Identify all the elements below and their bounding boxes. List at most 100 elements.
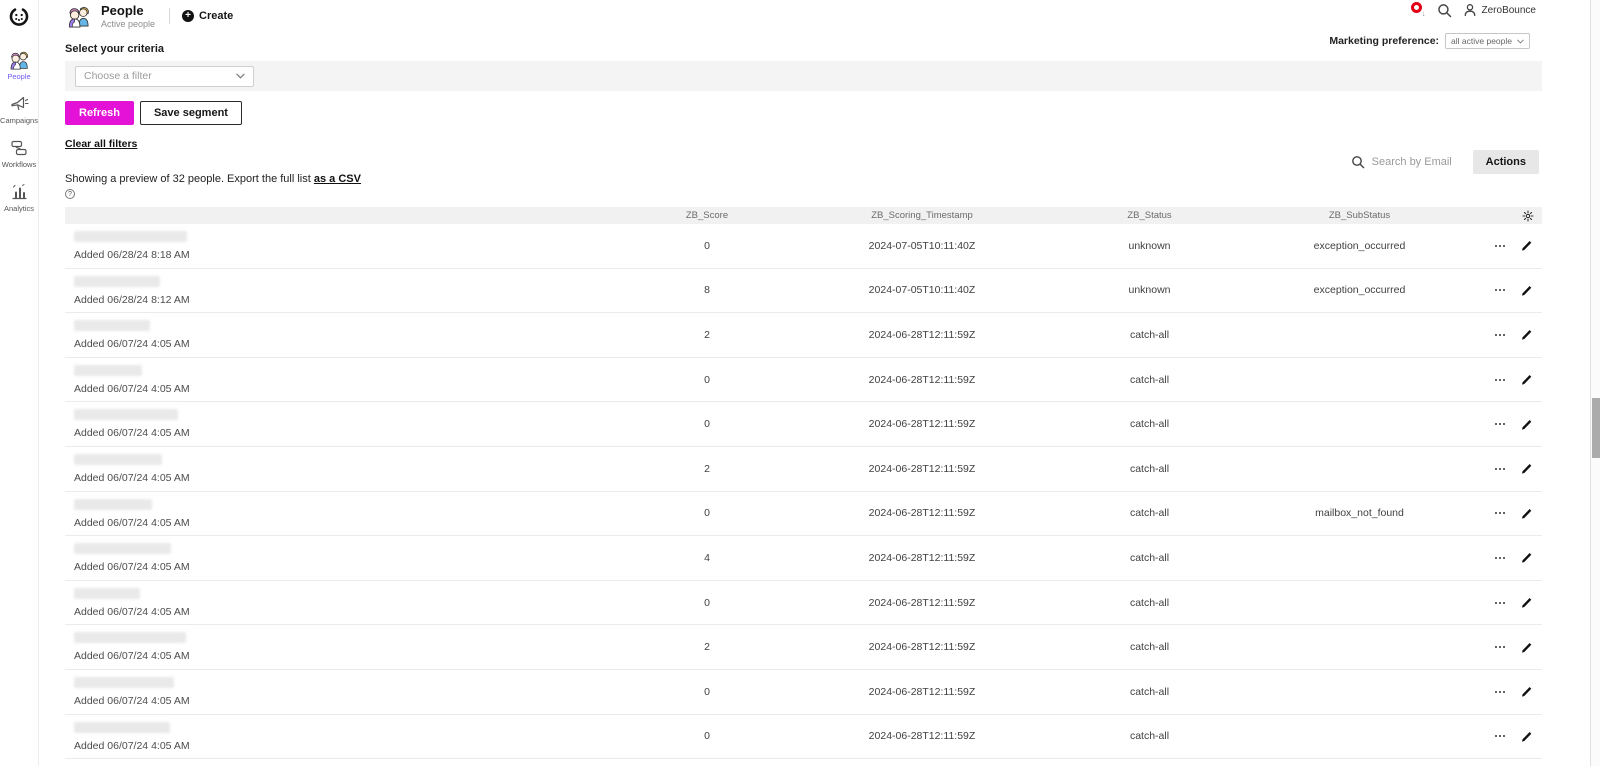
row-menu-icon[interactable] bbox=[1495, 557, 1505, 559]
row-menu-icon[interactable] bbox=[1495, 289, 1505, 291]
row-menu-icon[interactable] bbox=[1495, 423, 1505, 425]
cell-zb-score: 2 bbox=[632, 641, 782, 653]
page-title: People bbox=[101, 3, 155, 18]
cell-zb-score: 0 bbox=[632, 507, 782, 519]
redacted-name bbox=[74, 454, 162, 465]
edit-pencil-icon[interactable] bbox=[1520, 730, 1533, 743]
cell-zb-score: 0 bbox=[632, 418, 782, 430]
table-row[interactable]: Added 06/07/24 4:05 AM 0 2024-06-28T12:1… bbox=[65, 492, 1542, 537]
people-illustration-icon bbox=[65, 5, 92, 28]
cell-zb-score: 0 bbox=[632, 730, 782, 742]
partial-row-email[interactable]: ammirandap@eafit.edu.co bbox=[65, 759, 1542, 766]
people-icon bbox=[7, 50, 31, 70]
cell-zb-scoring-timestamp: 2024-06-28T12:11:59Z bbox=[782, 686, 1062, 698]
row-menu-icon[interactable] bbox=[1495, 646, 1505, 648]
edit-pencil-icon[interactable] bbox=[1520, 551, 1533, 564]
cell-zb-scoring-timestamp: 2024-06-28T12:11:59Z bbox=[782, 329, 1062, 341]
cell-zb-substatus: exception_occurred bbox=[1237, 240, 1482, 252]
edit-pencil-icon[interactable] bbox=[1520, 596, 1533, 609]
table-row[interactable]: Added 06/07/24 4:05 AM 0 2024-06-28T12:1… bbox=[65, 715, 1542, 760]
table-row[interactable]: Added 06/07/24 4:05 AM 0 2024-06-28T12:1… bbox=[65, 581, 1542, 626]
search-email-input[interactable] bbox=[1372, 156, 1457, 168]
table-row[interactable]: Added 06/28/24 8:12 AM 8 2024-07-05T10:1… bbox=[65, 269, 1542, 314]
row-menu-icon[interactable] bbox=[1495, 735, 1505, 737]
scrollbar-thumb[interactable] bbox=[1592, 398, 1600, 458]
table-row[interactable]: Added 06/07/24 4:05 AM 0 2024-06-28T12:1… bbox=[65, 358, 1542, 403]
cell-zb-score: 0 bbox=[632, 374, 782, 386]
sidebar-item-label: Campaigns bbox=[0, 116, 38, 125]
row-menu-icon[interactable] bbox=[1495, 379, 1505, 381]
table-row[interactable]: Added 06/07/24 4:05 AM 0 2024-06-28T12:1… bbox=[65, 670, 1542, 715]
table-row[interactable]: Added 06/07/24 4:05 AM 0 2024-06-28T12:1… bbox=[65, 402, 1542, 447]
help-icon[interactable]: ? bbox=[65, 189, 75, 199]
col-zb-score[interactable]: ZB_Score bbox=[632, 210, 782, 221]
edit-pencil-icon[interactable] bbox=[1520, 685, 1533, 698]
col-zb-scoring-timestamp[interactable]: ZB_Scoring_Timestamp bbox=[782, 210, 1062, 221]
cell-zb-scoring-timestamp: 2024-06-28T12:11:59Z bbox=[782, 641, 1062, 653]
filter-select[interactable]: Choose a filter bbox=[75, 66, 254, 87]
row-added-date: Added 06/07/24 4:05 AM bbox=[74, 740, 632, 752]
gear-icon[interactable] bbox=[1522, 210, 1534, 222]
cell-zb-status: catch-all bbox=[1062, 374, 1237, 386]
row-menu-icon[interactable] bbox=[1495, 512, 1505, 514]
refresh-button[interactable]: Refresh bbox=[65, 101, 134, 125]
cell-zb-status: catch-all bbox=[1062, 686, 1237, 698]
row-menu-icon[interactable] bbox=[1495, 691, 1505, 693]
edit-pencil-icon[interactable] bbox=[1520, 373, 1533, 386]
workflow-icon bbox=[9, 138, 29, 158]
edit-pencil-icon[interactable] bbox=[1520, 641, 1533, 654]
redacted-name bbox=[74, 632, 186, 643]
table-body: Added 06/28/24 8:18 AM 0 2024-07-05T10:1… bbox=[65, 224, 1542, 759]
table-row[interactable]: Added 06/07/24 4:05 AM 2 2024-06-28T12:1… bbox=[65, 313, 1542, 358]
table-row[interactable]: Added 06/07/24 4:05 AM 2 2024-06-28T12:1… bbox=[65, 625, 1542, 670]
save-segment-button[interactable]: Save segment bbox=[140, 101, 242, 125]
row-menu-icon[interactable] bbox=[1495, 602, 1505, 604]
edit-pencil-icon[interactable] bbox=[1520, 284, 1533, 297]
cell-zb-scoring-timestamp: 2024-06-28T12:11:59Z bbox=[782, 463, 1062, 475]
table-row[interactable]: Added 06/28/24 8:18 AM 0 2024-07-05T10:1… bbox=[65, 224, 1542, 269]
marketing-preference-select[interactable]: all active people bbox=[1445, 33, 1530, 49]
redacted-name bbox=[74, 276, 160, 287]
page-header: People Active people + Create bbox=[40, 0, 1600, 29]
edit-pencil-icon[interactable] bbox=[1520, 462, 1533, 475]
segment-buttons: Refresh Save segment bbox=[65, 101, 1600, 125]
record-extension-icon[interactable]: ↓ bbox=[1410, 2, 1426, 18]
chevron-down-icon bbox=[1517, 39, 1524, 44]
redacted-name bbox=[74, 722, 170, 733]
customerio-logo-icon[interactable] bbox=[8, 5, 30, 32]
vertical-scrollbar[interactable] bbox=[1590, 0, 1600, 766]
header-divider bbox=[169, 8, 170, 24]
account-menu[interactable]: ZeroBounce bbox=[1463, 3, 1536, 17]
edit-pencil-icon[interactable] bbox=[1520, 507, 1533, 520]
col-zb-substatus[interactable]: ZB_SubStatus bbox=[1237, 210, 1482, 221]
cell-zb-status: catch-all bbox=[1062, 552, 1237, 564]
cell-zb-score: 2 bbox=[632, 463, 782, 475]
cell-zb-scoring-timestamp: 2024-06-28T12:11:59Z bbox=[782, 730, 1062, 742]
row-added-date: Added 06/07/24 4:05 AM bbox=[74, 606, 632, 618]
redacted-name bbox=[74, 409, 178, 420]
sidebar-item-analytics[interactable]: Analytics bbox=[4, 182, 34, 213]
row-menu-icon[interactable] bbox=[1495, 245, 1505, 247]
row-added-date: Added 06/28/24 8:12 AM bbox=[74, 294, 632, 306]
table-row[interactable]: Added 06/07/24 4:05 AM 4 2024-06-28T12:1… bbox=[65, 536, 1542, 581]
edit-pencil-icon[interactable] bbox=[1520, 418, 1533, 431]
redacted-name bbox=[74, 677, 174, 688]
row-menu-icon[interactable] bbox=[1495, 334, 1505, 336]
cell-zb-score: 8 bbox=[632, 284, 782, 296]
export-csv-link[interactable]: as a CSV bbox=[314, 173, 361, 185]
create-button[interactable]: + Create bbox=[182, 10, 233, 22]
sidebar-item-people[interactable]: People bbox=[7, 50, 31, 81]
redacted-name bbox=[74, 320, 150, 331]
cell-zb-status: catch-all bbox=[1062, 418, 1237, 430]
search-icon[interactable] bbox=[1437, 3, 1452, 18]
sidebar-item-workflows[interactable]: Workflows bbox=[2, 138, 36, 169]
cell-zb-status: unknown bbox=[1062, 284, 1237, 296]
row-menu-icon[interactable] bbox=[1495, 468, 1505, 470]
actions-button[interactable]: Actions bbox=[1473, 150, 1539, 174]
clear-all-filters-link[interactable]: Clear all filters bbox=[65, 138, 137, 150]
sidebar-item-campaigns[interactable]: Campaigns bbox=[0, 94, 38, 125]
edit-pencil-icon[interactable] bbox=[1520, 328, 1533, 341]
table-row[interactable]: Added 06/07/24 4:05 AM 2 2024-06-28T12:1… bbox=[65, 447, 1542, 492]
col-zb-status[interactable]: ZB_Status bbox=[1062, 210, 1237, 221]
edit-pencil-icon[interactable] bbox=[1520, 239, 1533, 252]
